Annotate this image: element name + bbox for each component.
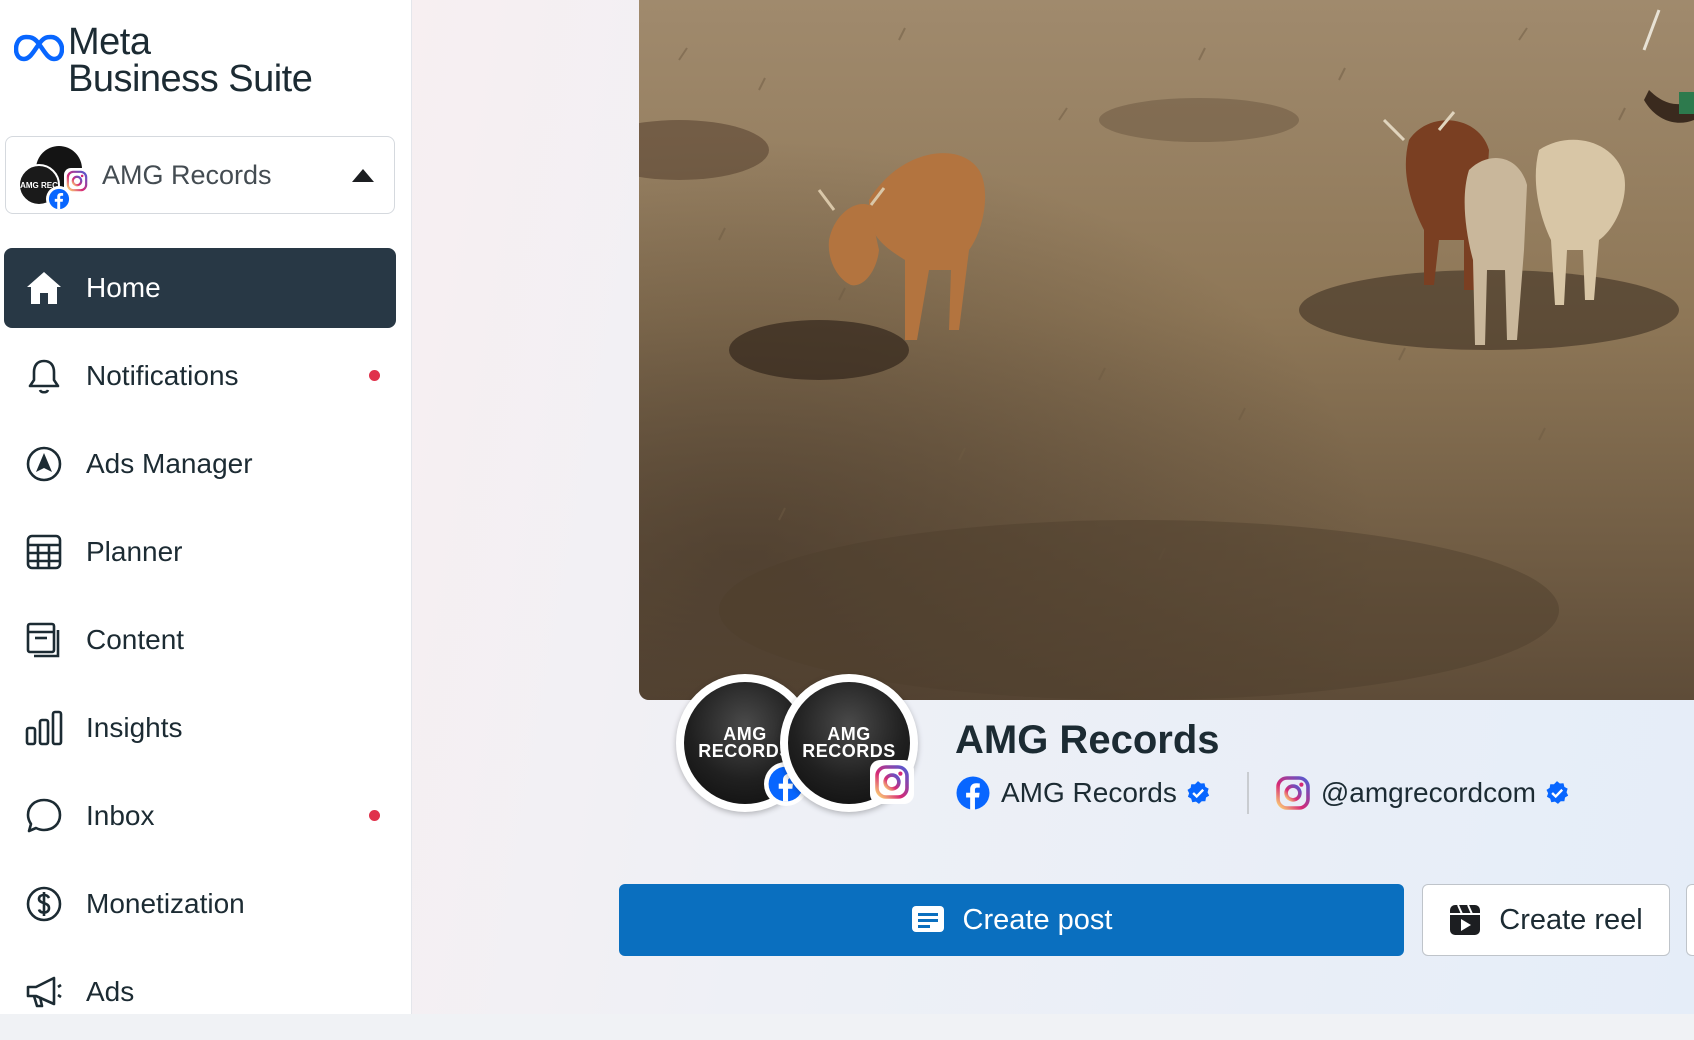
account-switcher[interactable]: AMG REC AMG Records xyxy=(5,136,395,214)
nav-label-monetization: Monetization xyxy=(86,888,245,919)
account-avatars: AMG REC xyxy=(14,140,90,212)
verified-badge-icon xyxy=(1187,781,1209,804)
nav-label-ads: Ads xyxy=(86,976,135,1007)
meta-business-suite-logo[interactable]: Meta Business Suite xyxy=(14,21,313,100)
navigation-arrow-icon xyxy=(22,442,66,486)
nav-item-inbox[interactable]: Inbox xyxy=(4,776,396,856)
instagram-handle: @amgrecordcom xyxy=(1320,777,1536,808)
connected-accounts: AMG Records @amgrecordcom xyxy=(955,772,1580,814)
nav-label-ads-manager: Ads Manager xyxy=(86,448,253,479)
avatar-text-line2: RECORDS xyxy=(802,741,896,761)
home-icon xyxy=(22,266,66,310)
nav-item-ads-manager[interactable]: Ads Manager xyxy=(4,424,396,504)
meta-infinity-icon xyxy=(14,34,64,62)
nav-label-home: Home xyxy=(86,272,161,303)
instagram-account-link[interactable]: @amgrecordcom xyxy=(1275,775,1580,811)
nav-item-notifications[interactable]: Notifications xyxy=(4,336,396,416)
sidebar: Meta Business Suite AMG REC AMG Records … xyxy=(0,0,412,1014)
create-reel-button[interactable]: Create reel xyxy=(1422,884,1670,956)
content-pages-icon xyxy=(22,618,66,662)
page-title: AMG Records xyxy=(955,718,1220,762)
nav-label-content: Content xyxy=(86,624,185,655)
main-navigation: Home Notifications Ads Manager Planner C… xyxy=(4,248,396,1040)
create-post-label: Create post xyxy=(962,903,1113,936)
nav-item-ads[interactable]: Ads xyxy=(4,952,396,1032)
instagram-badge-icon xyxy=(870,760,914,804)
facebook-icon xyxy=(956,776,990,810)
verified-badge-icon xyxy=(1546,781,1569,804)
nav-item-content[interactable]: Content xyxy=(4,600,396,680)
nav-label-notifications: Notifications xyxy=(86,360,239,391)
facebook-account-name: AMG Records xyxy=(1001,777,1177,808)
facebook-icon xyxy=(46,186,72,212)
facebook-account-link[interactable]: AMG Records xyxy=(955,775,1221,811)
accounts-divider xyxy=(1246,772,1249,814)
bell-icon xyxy=(22,354,66,398)
more-actions-button[interactable] xyxy=(1686,884,1694,956)
nav-item-monetization[interactable]: Monetization xyxy=(4,864,396,944)
notification-dot xyxy=(369,370,380,381)
nav-label-planner: Planner xyxy=(86,536,183,567)
main-content: AMG RECORDS AMG RECORDS AMG Records AMG … xyxy=(412,0,1694,1014)
reel-clapper-icon xyxy=(1450,904,1481,935)
profile-avatars[interactable]: AMG RECORDS AMG RECORDS xyxy=(676,674,936,824)
nav-item-home[interactable]: Home xyxy=(4,248,396,328)
caret-up-icon[interactable] xyxy=(352,168,374,182)
calendar-grid-icon xyxy=(22,530,66,574)
chat-bubble-icon xyxy=(22,794,66,838)
nav-item-insights[interactable]: Insights xyxy=(4,688,396,768)
cover-photo[interactable] xyxy=(639,0,1694,700)
create-reel-label: Create reel xyxy=(1499,903,1643,936)
post-icon xyxy=(911,906,944,932)
create-post-button[interactable]: Create post xyxy=(619,884,1404,956)
brand-line-1: Meta xyxy=(68,21,151,63)
megaphone-icon xyxy=(22,970,66,1014)
dollar-circle-icon xyxy=(22,882,66,926)
bar-chart-icon xyxy=(22,706,66,750)
instagram-icon xyxy=(1276,776,1310,810)
inbox-dot xyxy=(369,810,380,821)
nav-label-inbox: Inbox xyxy=(86,800,155,831)
nav-label-insights: Insights xyxy=(86,712,183,743)
avatar-text-line2: RECORDS xyxy=(698,741,792,761)
account-name: AMG Records xyxy=(102,159,272,190)
cover-photo-image xyxy=(639,0,1694,700)
brand-line-2: Business Suite xyxy=(68,58,313,100)
instagram-profile-avatar: AMG RECORDS xyxy=(780,674,918,812)
nav-item-planner[interactable]: Planner xyxy=(4,512,396,592)
